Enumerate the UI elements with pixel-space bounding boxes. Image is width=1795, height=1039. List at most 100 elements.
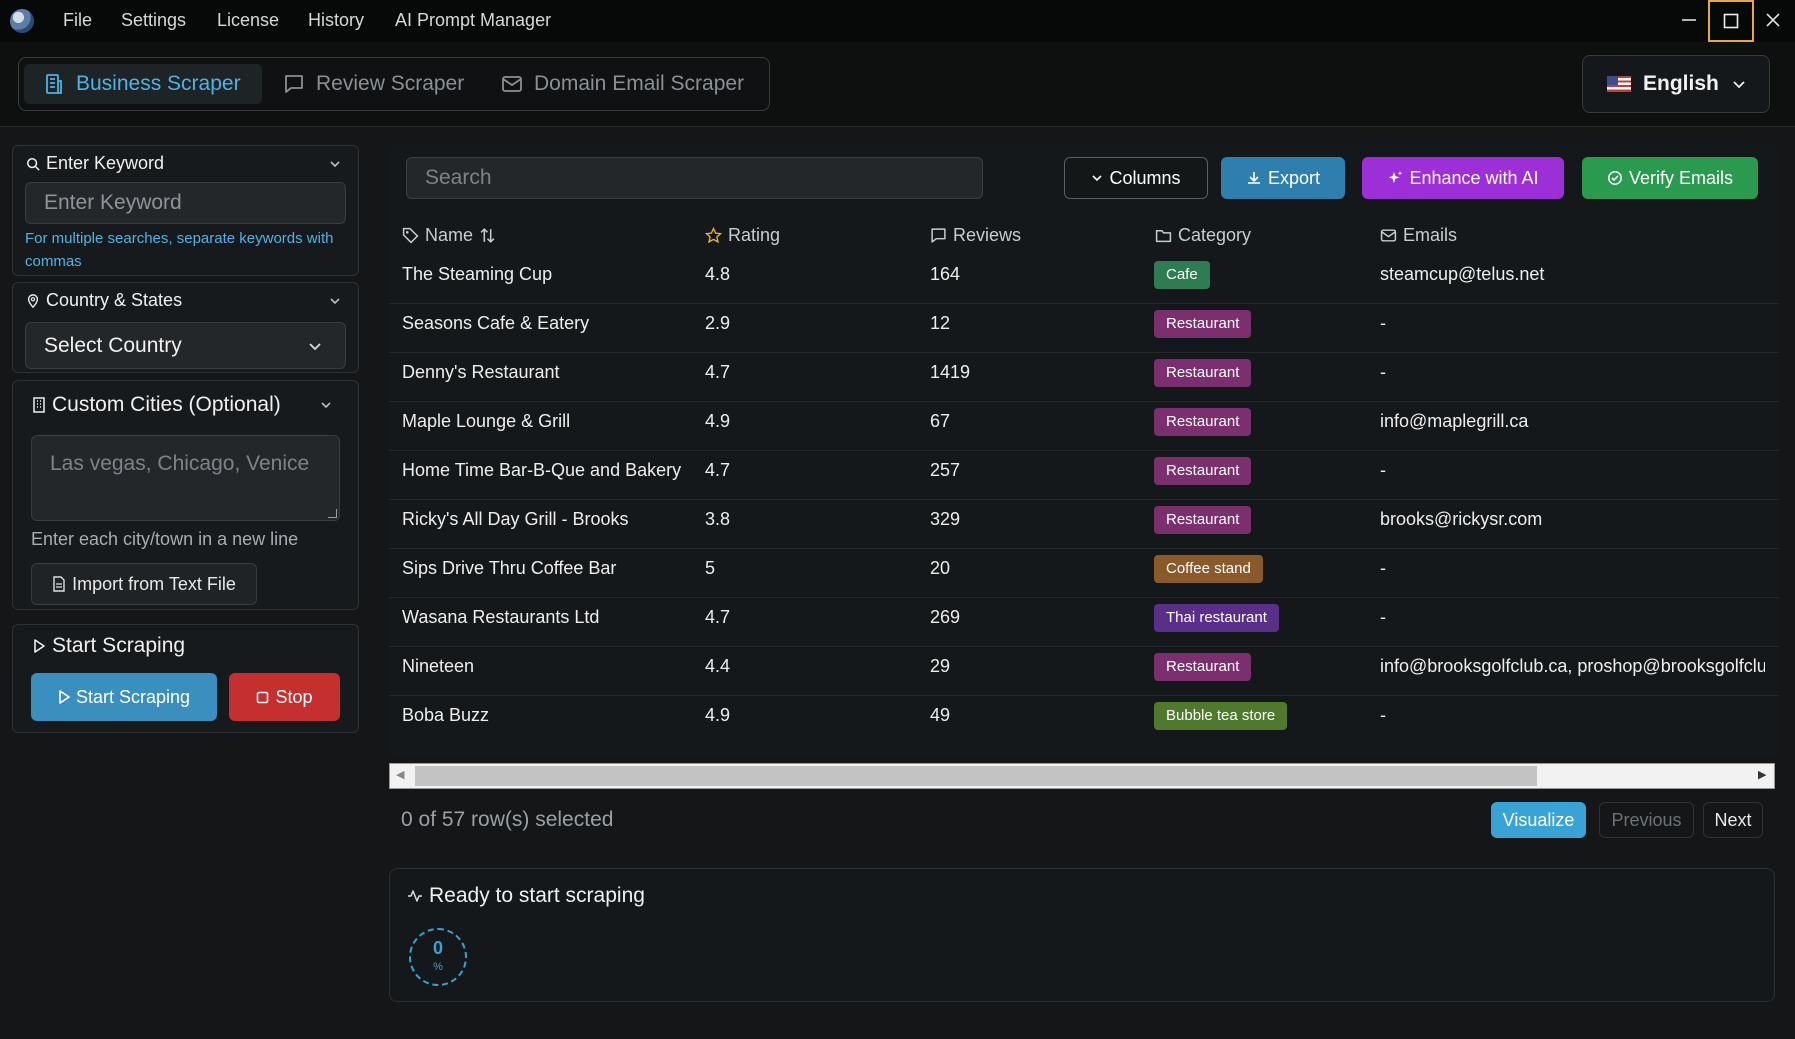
column-header-reviews[interactable]: Reviews <box>930 223 1021 247</box>
row-divider <box>389 646 1779 647</box>
chevron-down-icon <box>1092 175 1103 182</box>
selection-count: 0 of 57 row(s) selected <box>401 808 614 831</box>
keyword-title: Enter Keyword <box>46 153 165 173</box>
us-flag-icon <box>1607 76 1631 92</box>
cities-card-header[interactable]: Custom Cities (Optional) <box>32 393 332 417</box>
table-header <box>389 211 1779 259</box>
enhance-with-ai-button[interactable]: Enhance with AI <box>1362 157 1564 199</box>
menu-history[interactable]: History <box>308 0 364 42</box>
cell-name: Wasana Restaurants Ltd <box>402 607 600 627</box>
cell-rating: 4.9 <box>705 705 731 725</box>
file-icon <box>53 576 65 592</box>
category-badge: Cafe <box>1154 261 1210 289</box>
cell-rating: 4.7 <box>705 460 731 480</box>
cell-email: - <box>1380 705 1386 725</box>
keyword-card-header[interactable]: Enter Keyword <box>26 153 341 174</box>
cities-hint: Enter each city/town in a new line <box>31 529 299 549</box>
start-scraping-button[interactable]: Start Scraping <box>31 673 217 721</box>
import-label: Import from Text File <box>72 573 236 594</box>
cell-name: The Steaming Cup <box>402 264 553 284</box>
previous-button[interactable]: Previous <box>1599 802 1694 838</box>
cell-reviews: 269 <box>930 607 961 627</box>
cell-name: Nineteen <box>402 656 475 676</box>
tab-business-scraper[interactable]: Business Scraper <box>24 64 262 104</box>
cities-textarea[interactable]: Las vegas, Chicago, Venice <box>31 435 340 521</box>
chevron-down-icon <box>330 297 340 304</box>
cell-rating: 4.7 <box>705 607 731 627</box>
cell-email: info@brooksgolfclub.ca, proshop@brooksgo… <box>1380 656 1765 676</box>
chevron-down-icon <box>1733 81 1745 89</box>
tab-domain-email-scraper[interactable]: Domain Email Scraper <box>482 64 762 104</box>
header-rating-label: Rating <box>728 224 781 245</box>
cell-reviews: 12 <box>930 313 951 333</box>
star-icon <box>705 226 722 243</box>
scrollbar-thumb[interactable] <box>415 766 1537 786</box>
category-badge: Restaurant <box>1154 506 1252 534</box>
resize-handle-icon[interactable] <box>328 509 337 518</box>
export-label: Export <box>1267 167 1321 188</box>
category-badge: Restaurant <box>1154 457 1252 485</box>
column-header-rating[interactable]: Rating <box>705 223 780 247</box>
chevron-down-icon <box>321 402 331 409</box>
columns-button[interactable]: Columns <box>1064 157 1208 199</box>
cell-email: brooks@rickysr.com <box>1380 509 1543 529</box>
column-header-category[interactable]: Category <box>1155 223 1251 247</box>
menu-license[interactable]: License <box>217 0 279 42</box>
country-select[interactable]: Select Country <box>25 322 346 369</box>
cell-rating: 2.9 <box>705 313 731 333</box>
scroll-left-icon[interactable]: ◀ <box>396 768 404 781</box>
language-select[interactable]: English <box>1582 55 1770 113</box>
export-button[interactable]: Export <box>1221 157 1345 199</box>
close-icon[interactable] <box>1753 0 1793 40</box>
tag-icon <box>402 227 419 243</box>
tab-label: Domain Email Scraper <box>534 72 745 95</box>
row-divider <box>389 499 1779 500</box>
column-header-emails[interactable]: Emails <box>1380 223 1457 247</box>
maximize-icon[interactable] <box>1708 0 1754 42</box>
next-button[interactable]: Next <box>1703 802 1763 838</box>
start-scraping-header: Start Scraping <box>32 634 185 658</box>
download-icon <box>1247 172 1260 184</box>
menu-settings[interactable]: Settings <box>121 0 186 42</box>
stop-button[interactable]: Stop <box>229 673 340 721</box>
minimize-icon[interactable] <box>1669 0 1709 40</box>
cell-name: Denny's Restaurant <box>402 362 560 382</box>
play-icon <box>59 690 70 704</box>
row-divider <box>389 352 1779 353</box>
chat-icon <box>931 227 946 243</box>
keyword-input[interactable]: Enter Keyword <box>25 182 346 224</box>
row-divider <box>389 450 1779 451</box>
category-badge: Bubble tea store <box>1154 702 1288 730</box>
cell-name: Home Time Bar-B-Que and Bakery <box>402 460 682 480</box>
search-input[interactable]: Search <box>406 157 983 199</box>
header-name-label: Name <box>425 224 474 245</box>
building-icon <box>46 74 62 94</box>
menu-ai-prompt-manager[interactable]: AI Prompt Manager <box>395 0 551 42</box>
cell-reviews: 20 <box>930 558 951 578</box>
search-icon <box>26 157 40 171</box>
start-scraping-title: Start Scraping <box>52 634 186 657</box>
tab-review-scraper[interactable]: Review Scraper <box>264 64 482 104</box>
category-badge: Restaurant <box>1154 359 1252 387</box>
row-divider <box>389 303 1779 304</box>
scroll-right-icon[interactable]: ▶ <box>1758 768 1766 781</box>
cell-reviews: 329 <box>930 509 961 529</box>
sparkles-icon <box>1389 171 1403 183</box>
cell-email: - <box>1380 362 1386 382</box>
menu-file[interactable]: File <box>63 0 92 42</box>
stop-icon <box>257 691 269 703</box>
country-card-header[interactable]: Country & States <box>26 290 341 311</box>
cell-name: Ricky's All Day Grill - Brooks <box>402 509 629 529</box>
cell-email: - <box>1380 558 1386 578</box>
sort-icon <box>480 227 495 243</box>
cell-name: Sips Drive Thru Coffee Bar <box>402 558 617 578</box>
cell-reviews: 257 <box>930 460 961 480</box>
header-reviews-label: Reviews <box>953 224 1022 245</box>
cell-reviews: 49 <box>930 705 951 725</box>
column-header-name[interactable]: Name <box>402 223 496 247</box>
import-text-file-button[interactable]: Import from Text File <box>31 563 257 605</box>
visualize-button[interactable]: Visualize <box>1491 802 1586 838</box>
verify-emails-button[interactable]: Verify Emails <box>1582 157 1758 199</box>
row-divider <box>389 695 1779 696</box>
mail-icon <box>1380 228 1397 242</box>
